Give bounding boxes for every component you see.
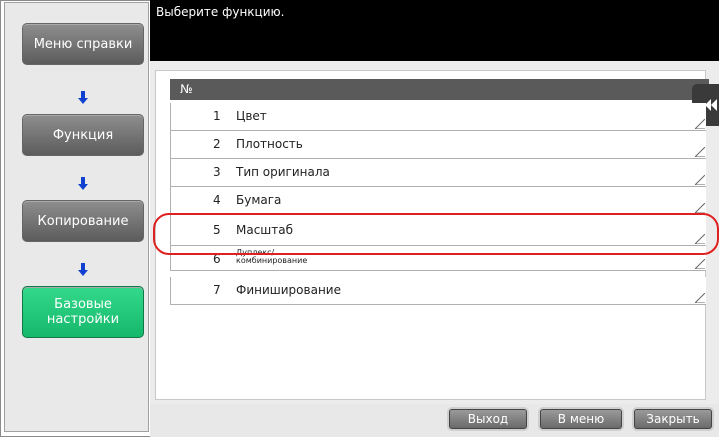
row-number: 4 (213, 193, 221, 207)
help-menu-button[interactable]: Меню справки (22, 23, 144, 65)
row-number: 2 (213, 137, 221, 151)
row-label: Плотность (236, 137, 303, 151)
row-number: 1 (213, 109, 221, 123)
sidebar: Меню справки Функция Копирование Базовые… (4, 2, 149, 432)
function-label: Функция (52, 127, 114, 143)
copy-label: Копирование (37, 213, 129, 229)
arrow-down-icon (78, 91, 88, 104)
list-header: № (170, 79, 709, 100)
corner-mark-icon (695, 293, 705, 303)
corner-mark-icon (695, 175, 705, 185)
exit-label: Выход (467, 412, 509, 426)
basic-settings-label: Базовые настройки (46, 297, 120, 327)
corner-mark-icon (695, 119, 705, 129)
row-label: Тип оригинала (236, 165, 330, 179)
corner-mark-icon (695, 147, 705, 157)
arrow-down-icon (78, 263, 88, 276)
list-header-number: № (180, 82, 193, 96)
arrow-down-icon (78, 177, 88, 190)
page-prompt: Выберите функцию. (156, 5, 285, 19)
row-number: 3 (213, 165, 221, 179)
header-bar: Выберите функцию. (150, 0, 719, 61)
list-item-original-type[interactable]: 3 Тип оригинала (170, 159, 706, 187)
row-label: Бумага (236, 193, 282, 207)
row-label: Финиширование (236, 283, 341, 297)
list-item-finishing[interactable]: 7 Финиширование (170, 277, 706, 305)
list-item-paper[interactable]: 4 Бумага (170, 187, 706, 215)
list-item-density[interactable]: 2 Плотность (170, 131, 706, 159)
close-button[interactable]: Закрыть (634, 409, 712, 429)
to-menu-button[interactable]: В меню (540, 409, 622, 429)
close-label: Закрыть (646, 412, 700, 426)
help-menu-label: Меню справки (33, 36, 133, 52)
copy-button[interactable]: Копирование (22, 200, 144, 242)
function-button[interactable]: Функция (22, 114, 144, 156)
basic-settings-button[interactable]: Базовые настройки (22, 286, 144, 338)
corner-mark-icon (695, 203, 705, 213)
row-label: Цвет (236, 109, 267, 123)
selection-highlight (153, 213, 719, 255)
list-item-color[interactable]: 1 Цвет (170, 103, 706, 131)
row-number: 7 (213, 283, 221, 297)
exit-button[interactable]: Выход (449, 409, 527, 429)
to-menu-label: В меню (557, 412, 605, 426)
corner-mark-icon (695, 259, 705, 269)
